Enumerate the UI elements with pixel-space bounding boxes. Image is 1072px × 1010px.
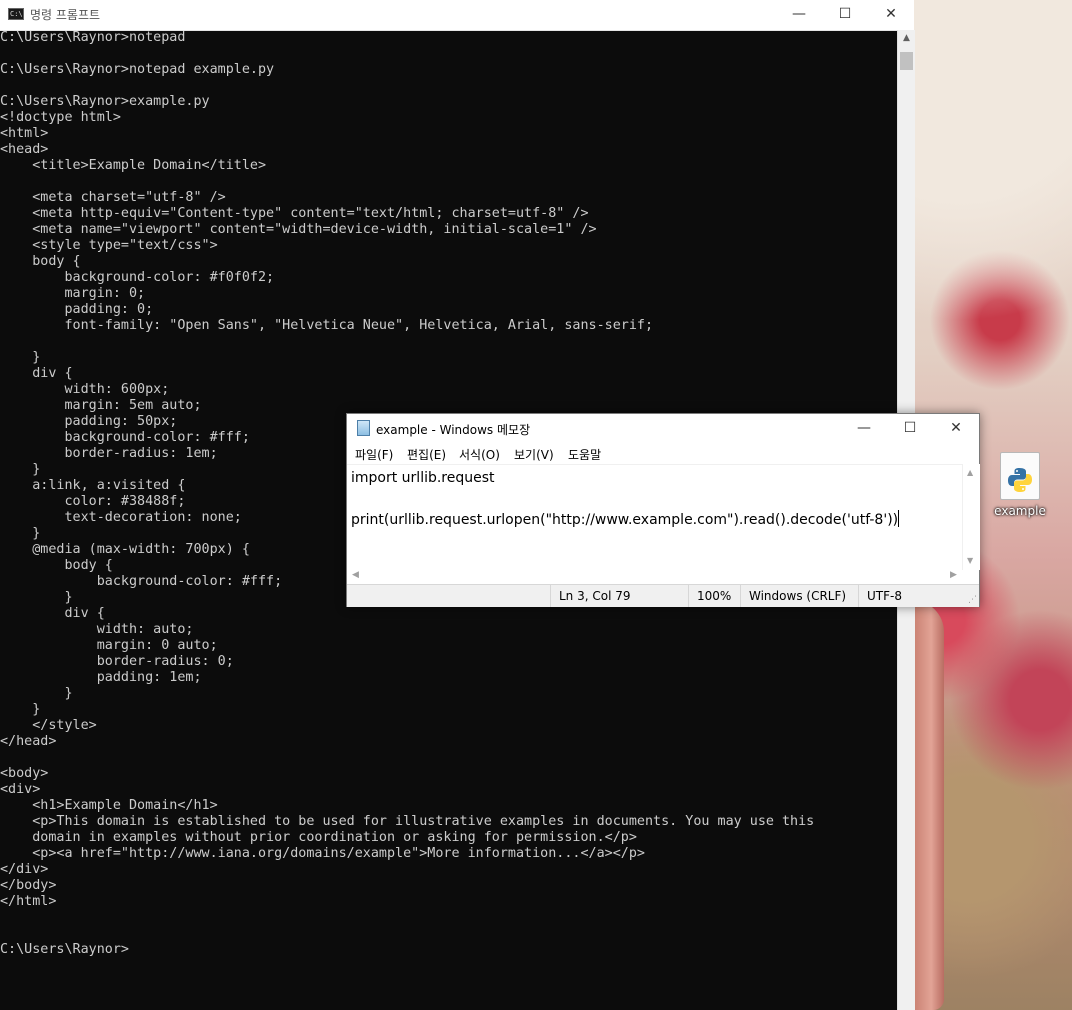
console-line: C:\Users\Raynor>notepad bbox=[0, 30, 186, 45]
status-encoding: UTF-8 bbox=[858, 585, 979, 607]
console-line: background-color: #f0f0f2; bbox=[64, 270, 275, 285]
console-line: } bbox=[64, 590, 73, 605]
scroll-up-arrow-icon[interactable]: ▲ bbox=[967, 468, 973, 477]
console-line: </html> bbox=[0, 894, 57, 909]
console-line: </style> bbox=[32, 718, 97, 733]
console-line: div { bbox=[32, 366, 73, 381]
console-line: <meta charset="utf-8" /> bbox=[32, 190, 226, 205]
console-line: padding: 0; bbox=[64, 302, 154, 317]
console-line: <html> bbox=[0, 126, 49, 141]
cmd-title: 명령 프롬프트 bbox=[30, 8, 101, 22]
console-line: margin: 0; bbox=[64, 286, 146, 301]
console-line: background-color: #fff; bbox=[96, 574, 283, 589]
desktop-icon-label: example bbox=[994, 504, 1046, 518]
console-line: } bbox=[32, 526, 41, 541]
console-line: font-family: "Open Sans", "Helvetica Neu… bbox=[64, 318, 654, 333]
console-line: border-radius: 1em; bbox=[64, 446, 218, 461]
console-line: margin: 0 auto; bbox=[96, 638, 218, 653]
menu-file[interactable]: 파일(F) bbox=[355, 446, 393, 463]
menu-help[interactable]: 도움말 bbox=[568, 446, 601, 463]
status-zoom: 100% bbox=[688, 585, 740, 607]
console-line: } bbox=[32, 350, 41, 365]
notepad-app-icon bbox=[357, 420, 370, 436]
notepad-vertical-scrollbar[interactable]: ▲ ▼ bbox=[962, 464, 980, 570]
notepad-titlebar[interactable]: example - Windows 메모장 — ☐ ✕ bbox=[347, 414, 979, 444]
console-line: margin: 5em auto; bbox=[64, 398, 202, 413]
cmd-minimize-button[interactable]: — bbox=[776, 0, 822, 30]
console-line: <h1>Example Domain</h1> bbox=[32, 798, 218, 813]
notepad-title: example - Windows 메모장 bbox=[376, 423, 531, 437]
console-line: <head> bbox=[0, 142, 49, 157]
text-cursor bbox=[898, 510, 900, 527]
console-line: a:link, a:visited { bbox=[32, 478, 186, 493]
console-line: div { bbox=[64, 606, 105, 621]
scroll-left-arrow-icon[interactable]: ◀ bbox=[352, 570, 359, 580]
notepad-horizontal-scrollbar[interactable]: ◀ ▶ bbox=[347, 570, 962, 584]
console-line: </body> bbox=[0, 878, 57, 893]
console-line: <title>Example Domain</title> bbox=[32, 158, 267, 173]
console-line: body { bbox=[64, 558, 113, 573]
menu-format[interactable]: 서식(O) bbox=[459, 446, 500, 463]
console-line: } bbox=[64, 686, 73, 701]
cmd-scroll-thumb[interactable] bbox=[900, 52, 913, 70]
console-line: C:\Users\Raynor>notepad example.py bbox=[0, 62, 275, 77]
console-line: <p><a href="http://www.iana.org/domains/… bbox=[32, 846, 645, 861]
console-line: <body> bbox=[0, 766, 49, 781]
console-line: border-radius: 0; bbox=[96, 654, 234, 669]
resize-grip-icon[interactable]: ⋰ bbox=[968, 596, 977, 605]
console-line: <style type="text/css"> bbox=[32, 238, 218, 253]
console-line: color: #38488f; bbox=[64, 494, 186, 509]
console-line: background-color: #fff; bbox=[64, 430, 250, 445]
cmd-close-button[interactable]: ✕ bbox=[868, 0, 914, 30]
console-line: <p>This domain is established to be used… bbox=[32, 814, 815, 829]
scroll-right-arrow-icon[interactable]: ▶ bbox=[950, 570, 957, 580]
console-line: </div> bbox=[0, 862, 49, 877]
status-cursor-position: Ln 3, Col 79 bbox=[550, 585, 688, 607]
console-line: domain in examples without prior coordin… bbox=[32, 830, 637, 845]
python-file-icon bbox=[1000, 452, 1040, 500]
console-line: padding: 1em; bbox=[96, 670, 202, 685]
cmd-titlebar[interactable]: C:\ 명령 프롬프트 — ☐ ✕ bbox=[0, 0, 914, 31]
console-line: </head> bbox=[0, 734, 57, 749]
console-line: <meta name="viewport" content="width=dev… bbox=[32, 222, 597, 237]
wallpaper-person-arm bbox=[912, 600, 944, 1010]
console-line: padding: 50px; bbox=[64, 414, 178, 429]
console-line: } bbox=[32, 702, 41, 717]
console-line: C:\Users\Raynor> bbox=[0, 942, 129, 957]
console-line: <div> bbox=[0, 782, 41, 797]
notepad-minimize-button[interactable]: — bbox=[841, 414, 887, 444]
scroll-up-arrow-icon[interactable]: ▲ bbox=[898, 30, 915, 47]
editor-line-3: print(urllib.request.urlopen("http://www… bbox=[351, 512, 899, 528]
scroll-down-arrow-icon[interactable]: ▼ bbox=[967, 556, 973, 565]
console-line: <!doctype html> bbox=[0, 110, 121, 125]
desktop-file-example[interactable]: example bbox=[990, 452, 1050, 528]
notepad-window[interactable]: example - Windows 메모장 — ☐ ✕ 파일(F) 편집(E) … bbox=[346, 413, 980, 607]
status-line-ending: Windows (CRLF) bbox=[740, 585, 858, 607]
menu-edit[interactable]: 편집(E) bbox=[407, 446, 446, 463]
cmd-app-icon: C:\ bbox=[8, 8, 24, 20]
console-line: @media (max-width: 700px) { bbox=[32, 542, 250, 557]
console-line: } bbox=[32, 462, 41, 477]
console-line: width: auto; bbox=[96, 622, 194, 637]
console-line: C:\Users\Raynor>example.py bbox=[0, 94, 210, 109]
console-line: <meta http-equiv="Content-type" content=… bbox=[32, 206, 589, 221]
menu-view[interactable]: 보기(V) bbox=[514, 446, 554, 463]
notepad-statusbar: Ln 3, Col 79 100% Windows (CRLF) UTF-8 ⋰ bbox=[347, 584, 979, 607]
notepad-text-area[interactable]: import urllib.request print(urllib.reque… bbox=[347, 464, 962, 571]
notepad-maximize-button[interactable]: ☐ bbox=[887, 414, 933, 444]
notepad-close-button[interactable]: ✕ bbox=[933, 414, 979, 444]
console-line: text-decoration: none; bbox=[64, 510, 242, 525]
cmd-maximize-button[interactable]: ☐ bbox=[822, 0, 868, 30]
console-line: body { bbox=[32, 254, 81, 269]
console-line: width: 600px; bbox=[64, 382, 170, 397]
editor-line-1: import urllib.request bbox=[351, 470, 495, 486]
notepad-menubar: 파일(F) 편집(E) 서식(O) 보기(V) 도움말 bbox=[347, 444, 979, 464]
